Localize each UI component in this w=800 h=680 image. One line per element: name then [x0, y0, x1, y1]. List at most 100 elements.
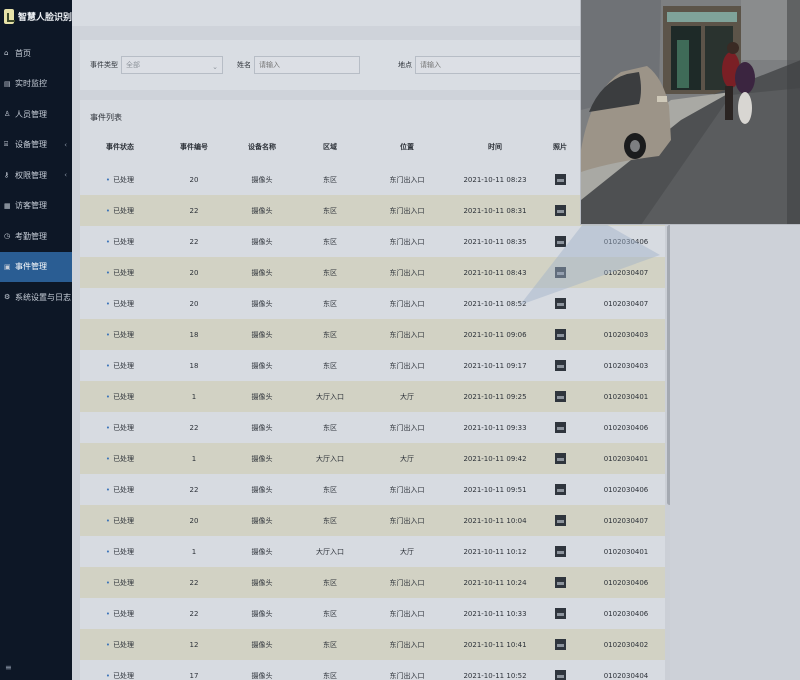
table-row[interactable]: • 已处理 1 摄像头 大厅入口 大厅 2021-10-11 09:25 0102030401	[80, 381, 672, 412]
photo-thumbnail-icon[interactable]	[554, 546, 566, 557]
sidebar-item-7[interactable]: ▣ 事件管理	[0, 251, 72, 282]
photo-thumbnail-icon[interactable]	[554, 608, 566, 619]
num-cell: 18	[160, 319, 228, 350]
sidebar-item-1[interactable]: ▤ 实时监控	[0, 69, 72, 100]
time-cell: 2021-10-11 09:17	[463, 361, 527, 370]
area-cell: 东区	[323, 423, 337, 432]
area-cell: 大厅入口	[316, 547, 344, 556]
device-cell: 摄像头	[228, 381, 296, 412]
sidebar-item-5[interactable]: ▦ 访客管理	[0, 191, 72, 222]
table-row[interactable]: • 已处理 22 摄像头 东区 东门出入口 2021-10-11 10:33 01020304…	[80, 598, 672, 629]
event-type-select[interactable]: 全部 ⌄	[121, 56, 223, 74]
status-cell: • 已处理	[80, 567, 160, 598]
device-cell: 摄像头	[228, 195, 296, 226]
sidebar-item-2[interactable]: ♙ 人员管理	[0, 99, 72, 130]
photo-thumbnail-icon[interactable]	[554, 422, 566, 433]
column-header[interactable]: 事件状态	[80, 130, 160, 164]
status-dot-icon: •	[105, 206, 111, 215]
column-header[interactable]: 区域	[296, 130, 364, 164]
photo-thumbnail-icon[interactable]	[554, 484, 566, 495]
sidebar-item-label: 访客管理	[15, 201, 47, 211]
photo-cell	[540, 598, 580, 629]
name-input[interactable]	[254, 56, 360, 74]
photo-cell	[540, 536, 580, 567]
column-header[interactable]: 照片	[540, 130, 580, 164]
loc-cell: 东门出入口	[389, 423, 425, 432]
status-cell: • 已处理	[80, 195, 160, 226]
device-cell: 摄像头	[228, 257, 296, 288]
sidebar-item-3[interactable]: ⌸ 设备管理 ‹	[0, 130, 72, 161]
photo-thumbnail-icon[interactable]	[554, 453, 566, 464]
area-cell: 东区	[323, 485, 337, 494]
photo-thumbnail-icon[interactable]	[554, 329, 566, 340]
table-row[interactable]: • 已处理 22 摄像头 东区 东门出入口 2021-10-11 10:24 01020304…	[80, 567, 672, 598]
status-cell: • 已处理	[80, 474, 160, 505]
app-logo[interactable]: 智慧人脸识别	[0, 0, 72, 32]
table-row[interactable]: • 已处理 18 摄像头 东区 东门出入口 2021-10-11 09:17 01020304…	[80, 350, 672, 381]
code-cell: 0102030406	[580, 567, 672, 598]
photo-thumbnail-icon[interactable]	[554, 360, 566, 371]
sidebar-item-label: 权限管理	[15, 170, 47, 180]
table-row[interactable]: • 已处理 22 摄像头 东区 东门出入口 2021-10-11 09:51 01020304…	[80, 474, 672, 505]
table-row[interactable]: • 已处理 18 摄像头 东区 东门出入口 2021-10-11 09:06 01020304…	[80, 319, 672, 350]
time-cell: 2021-10-11 09:33	[463, 423, 527, 432]
sidebar-item-4[interactable]: ⚷ 权限管理 ‹	[0, 160, 72, 191]
photo-thumbnail-icon[interactable]	[554, 515, 566, 526]
table-row[interactable]: • 已处理 22 摄像头 东区 东门出入口 2021-10-11 09:33 01020304…	[80, 412, 672, 443]
photo-cell	[540, 567, 580, 598]
code-cell: 0102030404	[603, 671, 649, 680]
status-dot-icon: •	[105, 609, 111, 618]
loc-cell: 大厅	[364, 443, 450, 474]
camera-snapshot-popup[interactable]	[580, 0, 800, 225]
sidebar-item-6[interactable]: ◷ 考勤管理	[0, 221, 72, 252]
sidebar-item-label: 人员管理	[15, 109, 47, 119]
collapse-menu-icon[interactable]: ≡	[5, 663, 12, 672]
status-dot-icon: •	[105, 671, 111, 680]
loc-cell: 大厅	[400, 547, 414, 556]
table-row[interactable]: • 已处理 1 摄像头 大厅入口 大厅 2021-10-11 10:12 0102030401	[80, 536, 672, 567]
code-cell: 0102030401	[580, 381, 672, 412]
device-cell: 摄像头	[228, 505, 296, 536]
photo-thumbnail-icon[interactable]	[554, 577, 566, 588]
loc-cell: 东门出入口	[364, 195, 450, 226]
app-title: 智慧人脸识别	[17, 12, 72, 23]
status-dot-icon: •	[105, 361, 111, 370]
photo-cell	[540, 629, 580, 660]
key-icon: ⚷	[4, 171, 10, 180]
column-header[interactable]: 事件编号	[160, 130, 228, 164]
status-text: 已处理	[113, 547, 135, 556]
area-cell: 东区	[296, 319, 364, 350]
table-row[interactable]: • 已处理 17 摄像头 东区 东门出入口 2021-10-11 10:52 01020304…	[80, 660, 672, 680]
num-cell: 1	[160, 443, 228, 474]
sidebar-item-8[interactable]: ⚙ 系统设置与日志 ‹	[0, 282, 72, 313]
address-input[interactable]	[415, 56, 591, 74]
area-cell: 东区	[323, 237, 337, 246]
status-text: 已处理	[113, 392, 135, 401]
event-type-value: 全部	[126, 61, 140, 69]
status-text: 已处理	[113, 640, 135, 649]
table-row[interactable]: • 已处理 20 摄像头 东区 东门出入口 2021-10-11 10:04 01020304…	[80, 505, 672, 536]
sidebar-item-label: 系统设置与日志	[15, 292, 71, 302]
num-cell: 20	[160, 505, 228, 536]
table-row[interactable]: • 已处理 12 摄像头 东区 东门出入口 2021-10-11 10:41 01020304…	[80, 629, 672, 660]
camera-snapshot-image	[581, 0, 800, 224]
photo-thumbnail-icon[interactable]	[554, 670, 566, 680]
sidebar: 智慧人脸识别 ⌂ 首页 ▤ 实时监控 ♙ 人员管理 ⌸ 设备管理 ‹ ⚷ 权限管理 ‹ ▦ 访客管理 ◷ 考勤…	[0, 0, 72, 680]
sidebar-item-0[interactable]: ⌂ 首页	[0, 38, 72, 69]
num-cell: 12	[160, 629, 228, 660]
popup-pointer-beam	[520, 215, 660, 305]
num-cell: 17	[189, 671, 199, 680]
photo-thumbnail-icon[interactable]	[554, 391, 566, 402]
column-header[interactable]: 位置	[364, 130, 450, 164]
table-row[interactable]: • 已处理 1 摄像头 大厅入口 大厅 2021-10-11 09:42 0102030401	[80, 443, 672, 474]
column-header[interactable]: 设备名称	[228, 130, 296, 164]
photo-thumbnail-icon[interactable]	[554, 174, 566, 185]
photo-cell	[540, 443, 580, 474]
code-cell: 0102030406	[603, 423, 649, 432]
sidebar-item-label: 考勤管理	[15, 231, 47, 241]
status-text: 已处理	[113, 175, 135, 184]
photo-thumbnail-icon[interactable]	[554, 639, 566, 650]
status-dot-icon: •	[105, 330, 111, 339]
column-header[interactable]: 时间	[450, 130, 540, 164]
area-cell: 东区	[323, 361, 337, 370]
